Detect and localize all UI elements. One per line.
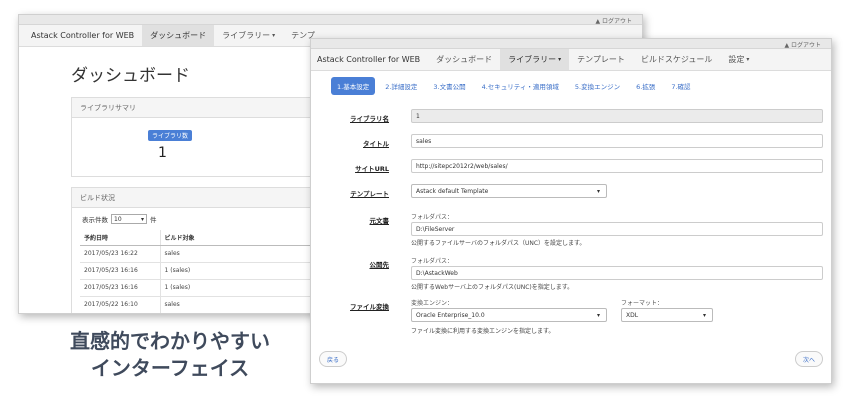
chevron-down-icon: ▾ <box>596 187 600 195</box>
template-select[interactable]: Astack default Template ▾ <box>411 184 607 198</box>
title-label: タイトル <box>363 140 389 148</box>
window-titlebar: ▲ ログアウト <box>19 15 642 25</box>
navbar: Astack Controller for WEB ダッシュボード ライブラリー… <box>311 49 831 71</box>
logout-link[interactable]: ▲ ログアウト <box>595 16 632 25</box>
page-size-value: 10 <box>114 215 122 223</box>
engine-help-text: ファイル変換に利用する変換エンジンを指定します。 <box>411 328 555 335</box>
nav-library[interactable]: ライブラリー ▾ <box>500 49 570 70</box>
source-sublabel: フォルダパス： <box>411 214 454 221</box>
column-header[interactable]: 予約日時 <box>80 230 161 246</box>
publish-help-text: 公開するWebサーバ上のフォルダパス(UNC)を指定します。 <box>411 284 574 291</box>
table-cell: 2017/05/22 16:10 <box>80 296 161 313</box>
nav-dashboard[interactable]: ダッシュボード <box>428 49 500 70</box>
marketing-caption: 直感的でわかりやすい インターフェイス <box>40 328 300 382</box>
engine-select[interactable]: Oracle Enterprise_10.0 ▾ <box>411 308 607 322</box>
library-count-badge: ライブラリ数 <box>148 130 193 141</box>
nav-library-label: ライブラリー <box>508 55 557 64</box>
file-conversion-label: ファイル変換 <box>350 303 389 311</box>
back-button[interactable]: 戻る <box>319 351 348 367</box>
library-name-label: ライブラリ名 <box>350 115 389 123</box>
nav-settings-label: 設定 <box>728 55 745 64</box>
chevron-down-icon: ▾ <box>746 56 750 63</box>
chevron-down-icon: ▾ <box>140 215 144 223</box>
logout-link[interactable]: ▲ ログアウト <box>784 40 821 49</box>
chevron-down-icon: ▾ <box>596 311 600 319</box>
engine-select-value: Oracle Enterprise_10.0 <box>416 311 485 319</box>
page-size-select[interactable]: 10 ▾ <box>111 214 147 224</box>
table-cell: 2017/05/23 16:22 <box>80 245 161 263</box>
site-url-label: サイトURL <box>355 165 389 173</box>
library-name-field: 1 <box>411 109 823 123</box>
nav-library-label: ライブラリー <box>222 31 271 40</box>
window-titlebar: ▲ ログアウト <box>311 39 831 49</box>
publish-label: 公開先 <box>369 261 390 269</box>
publish-folder-input[interactable]: D:\AstackWeb <box>411 266 823 280</box>
step-security[interactable]: 4.セキュリティ・適用領域 <box>476 77 565 95</box>
nav-dashboard[interactable]: ダッシュボード <box>142 25 215 46</box>
app-brand[interactable]: Astack Controller for WEB <box>315 49 428 70</box>
title-input[interactable]: sales <box>411 134 823 148</box>
nav-settings[interactable]: 設定 ▾ <box>720 49 757 70</box>
nav-library[interactable]: ライブラリー ▾ <box>214 25 283 46</box>
chevron-down-icon: ▾ <box>558 56 562 63</box>
source-label: 元文書 <box>369 217 390 225</box>
chevron-down-icon: ▾ <box>272 32 276 39</box>
step-engine[interactable]: 5.変換エンジン <box>569 77 626 95</box>
chevron-down-icon: ▾ <box>702 311 706 319</box>
page-size-suffix: 件 <box>150 216 157 224</box>
format-select[interactable]: XDL ▾ <box>621 308 713 322</box>
step-detail[interactable]: 2.詳細設定 <box>379 77 423 95</box>
step-publish[interactable]: 3.文書公開 <box>427 77 471 95</box>
library-wizard-window: ▲ ログアウト Astack Controller for WEB ダッシュボー… <box>310 38 832 384</box>
engine-sublabel: 変換エンジン： <box>411 300 454 307</box>
publish-sublabel: フォルダパス： <box>411 258 454 265</box>
library-count: 1 <box>158 145 167 161</box>
template-label: テンプレート <box>350 190 389 198</box>
nav-build-schedule[interactable]: ビルドスケジュール <box>633 49 720 70</box>
caption-line-1: 直感的でわかりやすい <box>70 329 270 353</box>
source-help-text: 公開するファイルサーバのフォルダパス（UNC）を設定します。 <box>411 240 586 247</box>
site-url-input[interactable]: http://sitepc2012r2/web/sales/ <box>411 159 823 173</box>
step-basic[interactable]: 1.基本設定 <box>331 77 376 95</box>
template-select-value: Astack default Template <box>416 187 489 195</box>
format-select-value: XDL <box>626 311 639 319</box>
next-button[interactable]: 次へ <box>794 351 823 367</box>
wizard-steps: 1.基本設定 2.詳細設定 3.文書公開 4.セキュリティ・適用領域 5.変換エ… <box>311 71 831 101</box>
step-extension[interactable]: 6.拡張 <box>630 77 661 95</box>
format-sublabel: フォーマット： <box>621 300 664 307</box>
caption-line-2: インターフェイス <box>90 356 250 380</box>
step-confirm[interactable]: 7.確認 <box>665 77 696 95</box>
app-brand[interactable]: Astack Controller for WEB <box>29 25 142 46</box>
nav-template[interactable]: テンプレート <box>569 49 633 70</box>
table-cell: 2017/05/23 16:16 <box>80 279 161 297</box>
table-cell: 2017/05/23 16:16 <box>80 262 161 280</box>
source-folder-input[interactable]: D:\FileServer <box>411 222 823 236</box>
page-size-label: 表示件数 <box>82 216 108 224</box>
